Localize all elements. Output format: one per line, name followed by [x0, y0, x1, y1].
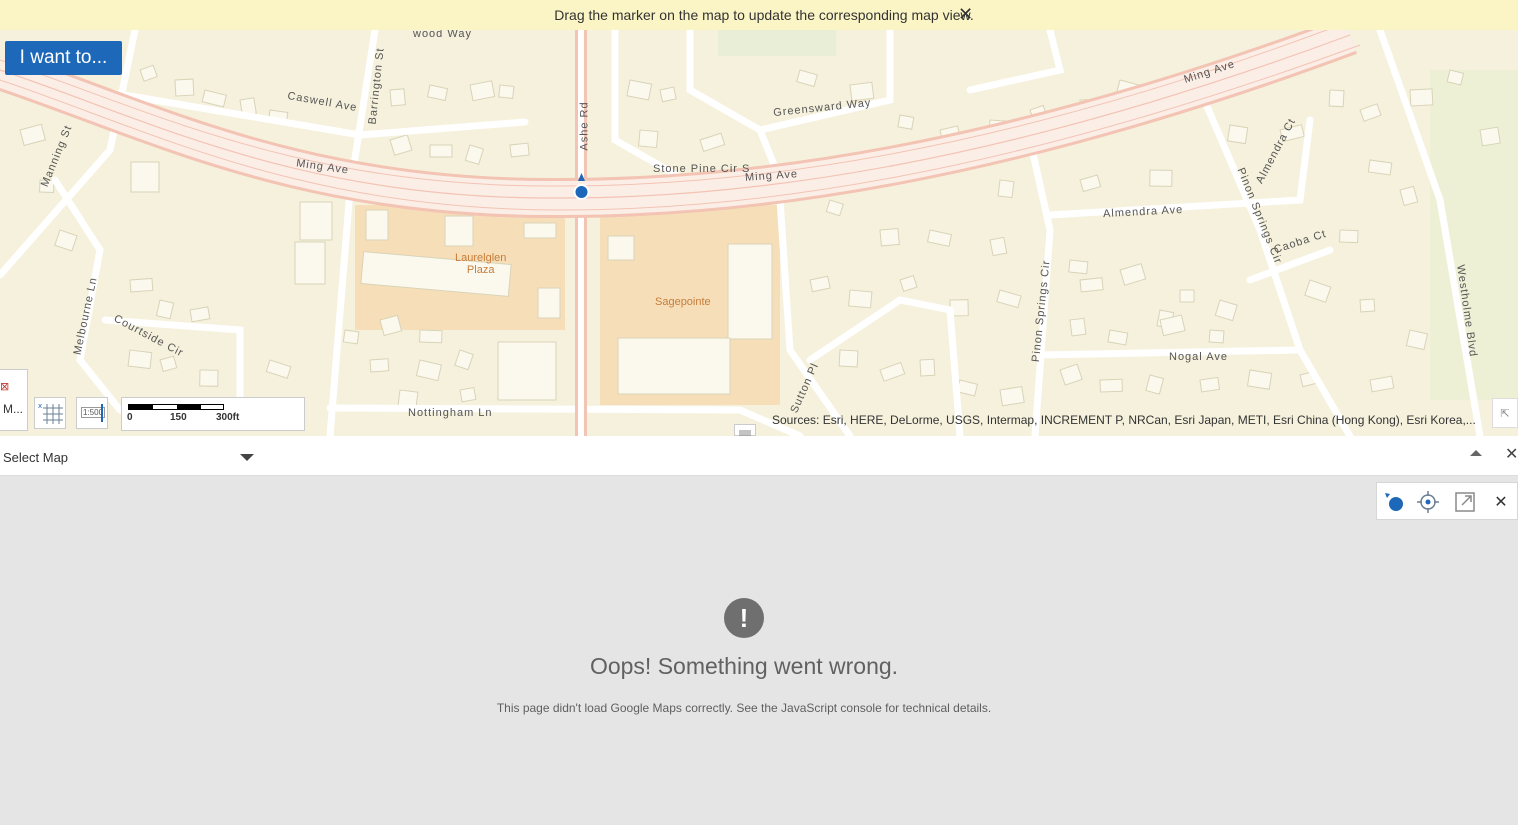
map-marker-icon[interactable] — [573, 173, 590, 201]
select-map-dropdown-icon[interactable] — [240, 454, 254, 461]
collapse-up-icon[interactable] — [1470, 450, 1482, 456]
poi-laurelglen-plaza: Laurelglen Plaza — [455, 252, 507, 276]
measure-grid-button[interactable]: x — [34, 397, 66, 429]
banner-message: Drag the marker on the map to update the… — [554, 7, 974, 23]
crosshair-icon — [1417, 491, 1439, 513]
error-icon: ! — [724, 598, 764, 638]
close-panel-icon[interactable]: ✕ — [1505, 444, 1518, 464]
banner-close-button[interactable]: ✕ — [958, 4, 973, 24]
close-icon[interactable]: ✕ — [1486, 487, 1516, 517]
poi-sagepointe: Sagepointe — [655, 296, 711, 308]
resize-handle[interactable] — [734, 424, 756, 436]
i-want-to-button[interactable]: I want to... — [5, 41, 122, 75]
notification-banner: Drag the marker on the map to update the… — [0, 0, 1518, 30]
street-label: Stone Pine Cir S — [653, 163, 751, 175]
map-basemap — [0, 30, 1518, 436]
select-map-bar: Select Map ✕ — [0, 436, 1518, 476]
select-map-label: Select Map — [3, 450, 69, 465]
street-label: wood Way — [413, 30, 472, 40]
secondary-map-panel: ✕ ! Oops! Something went wrong. This pag… — [0, 477, 1518, 825]
svg-text:x: x — [38, 402, 42, 410]
external-link-icon — [1455, 492, 1475, 512]
map-side-tab[interactable]: ⊠ M... — [0, 369, 28, 431]
map-attribution: Sources: Esri, HERE, DeLorme, USGS, Inte… — [772, 413, 1476, 427]
open-external-button[interactable] — [1450, 487, 1480, 517]
marker-dot-icon — [1385, 493, 1403, 511]
marker-tool-button[interactable] — [1379, 487, 1409, 517]
drag-handle-icon — [739, 430, 751, 436]
grid-icon: x — [38, 402, 63, 424]
map-side-tab-label: M... — [3, 402, 23, 416]
map-view[interactable]: wood Way Caswell Ave Barrington St Ashe … — [0, 30, 1518, 436]
street-label: Nogal Ave — [1169, 351, 1228, 363]
scale-bar: 0 150 300ft — [121, 397, 305, 431]
error-title: Oops! Something went wrong. — [589, 653, 899, 679]
scale-label: 300ft — [216, 412, 240, 423]
scale-label: 0 — [127, 412, 133, 423]
error-description: This page didn't load Google Maps correc… — [496, 701, 992, 715]
scale-label: 150 — [170, 412, 187, 423]
secondary-map-toolbar: ✕ — [1376, 482, 1518, 520]
scale-ratio-button[interactable]: 1:500 — [76, 397, 108, 429]
street-label: Nottingham Ln — [408, 407, 493, 419]
ruler-icon — [101, 404, 103, 422]
street-label: Ashe Rd — [578, 101, 591, 151]
expand-arrow-icon[interactable]: ⇱ — [1492, 398, 1518, 428]
broken-image-icon: ⊠ — [0, 381, 10, 393]
locate-button[interactable] — [1413, 487, 1443, 517]
